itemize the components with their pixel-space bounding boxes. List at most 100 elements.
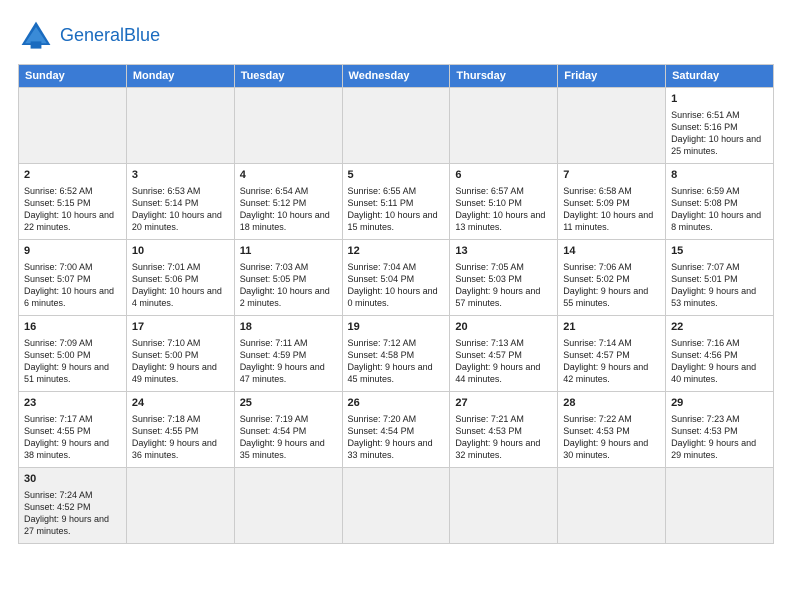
calendar-week-4: 16 Sunrise: 7:09 AM Sunset: 5:00 PM Dayli… [19, 316, 774, 392]
day-info: Sunrise: 6:54 AM Sunset: 5:12 PM Dayligh… [240, 185, 337, 234]
calendar-cell: 26 Sunrise: 7:20 AM Sunset: 4:54 PM Dayli… [342, 392, 450, 468]
day-info: Sunrise: 7:09 AM Sunset: 5:00 PM Dayligh… [24, 337, 121, 386]
calendar-cell: 25 Sunrise: 7:19 AM Sunset: 4:54 PM Dayli… [234, 392, 342, 468]
day-header-friday: Friday [558, 65, 666, 88]
day-number: 12 [348, 244, 445, 259]
calendar-cell: 1Sunrise: 6:51 AM Sunset: 5:16 PM Daylig… [666, 88, 774, 164]
calendar-cell: 20Sunrise: 7:13 AM Sunset: 4:57 PM Dayli… [450, 316, 558, 392]
day-header-thursday: Thursday [450, 65, 558, 88]
calendar-cell: 24 Sunrise: 7:18 AM Sunset: 4:55 PM Dayli… [126, 392, 234, 468]
header: GeneralBlue [18, 18, 774, 54]
calendar-cell: 12 Sunrise: 7:04 AM Sunset: 5:04 PM Dayli… [342, 240, 450, 316]
day-info: Sunrise: 7:10 AM Sunset: 5:00 PM Dayligh… [132, 337, 229, 386]
day-info: Sunrise: 7:06 AM Sunset: 5:02 PM Dayligh… [563, 261, 660, 310]
calendar-week-6: 30 Sunrise: 7:24 AM Sunset: 4:52 PM Dayli… [19, 468, 774, 544]
day-number: 14 [563, 244, 660, 259]
calendar-cell [342, 468, 450, 544]
day-info: Sunrise: 6:58 AM Sunset: 5:09 PM Dayligh… [563, 185, 660, 234]
calendar-cell: 14 Sunrise: 7:06 AM Sunset: 5:02 PM Dayli… [558, 240, 666, 316]
calendar-cell: 23 Sunrise: 7:17 AM Sunset: 4:55 PM Dayli… [19, 392, 127, 468]
calendar-cell [126, 88, 234, 164]
day-number: 15 [671, 244, 768, 259]
day-header-saturday: Saturday [666, 65, 774, 88]
calendar-week-3: 9 Sunrise: 7:00 AM Sunset: 5:07 PM Daylig… [19, 240, 774, 316]
day-number: 16 [24, 320, 121, 335]
calendar-cell [19, 88, 127, 164]
calendar-cell: 4 Sunrise: 6:54 AM Sunset: 5:12 PM Daylig… [234, 164, 342, 240]
day-header-sunday: Sunday [19, 65, 127, 88]
day-header-tuesday: Tuesday [234, 65, 342, 88]
day-number: 9 [24, 244, 121, 259]
page: GeneralBlue SundayMondayTuesdayWednesday… [0, 0, 792, 554]
calendar-cell: 9 Sunrise: 7:00 AM Sunset: 5:07 PM Daylig… [19, 240, 127, 316]
calendar-cell [126, 468, 234, 544]
day-info: Sunrise: 6:57 AM Sunset: 5:10 PM Dayligh… [455, 185, 552, 234]
calendar: SundayMondayTuesdayWednesdayThursdayFrid… [18, 64, 774, 544]
calendar-week-1: 1Sunrise: 6:51 AM Sunset: 5:16 PM Daylig… [19, 88, 774, 164]
day-number: 7 [563, 168, 660, 183]
calendar-cell: 10Sunrise: 7:01 AM Sunset: 5:06 PM Dayli… [126, 240, 234, 316]
day-info: Sunrise: 6:59 AM Sunset: 5:08 PM Dayligh… [671, 185, 768, 234]
day-number: 29 [671, 396, 768, 411]
day-number: 21 [563, 320, 660, 335]
day-info: Sunrise: 7:00 AM Sunset: 5:07 PM Dayligh… [24, 261, 121, 310]
day-number: 2 [24, 168, 121, 183]
day-number: 20 [455, 320, 552, 335]
day-info: Sunrise: 6:55 AM Sunset: 5:11 PM Dayligh… [348, 185, 445, 234]
day-number: 25 [240, 396, 337, 411]
calendar-cell: 16 Sunrise: 7:09 AM Sunset: 5:00 PM Dayli… [19, 316, 127, 392]
day-number: 17 [132, 320, 229, 335]
day-info: Sunrise: 7:11 AM Sunset: 4:59 PM Dayligh… [240, 337, 337, 386]
calendar-cell: 11Sunrise: 7:03 AM Sunset: 5:05 PM Dayli… [234, 240, 342, 316]
calendar-cell [558, 88, 666, 164]
day-number: 13 [455, 244, 552, 259]
calendar-cell: 2Sunrise: 6:52 AM Sunset: 5:15 PM Daylig… [19, 164, 127, 240]
logo-blue: Blue [124, 25, 160, 45]
day-info: Sunrise: 7:17 AM Sunset: 4:55 PM Dayligh… [24, 413, 121, 462]
day-number: 3 [132, 168, 229, 183]
day-number: 30 [24, 472, 121, 487]
day-info: Sunrise: 7:24 AM Sunset: 4:52 PM Dayligh… [24, 489, 121, 538]
day-info: Sunrise: 7:23 AM Sunset: 4:53 PM Dayligh… [671, 413, 768, 462]
calendar-cell: 8 Sunrise: 6:59 AM Sunset: 5:08 PM Daylig… [666, 164, 774, 240]
calendar-cell: 7 Sunrise: 6:58 AM Sunset: 5:09 PM Daylig… [558, 164, 666, 240]
calendar-cell: 3 Sunrise: 6:53 AM Sunset: 5:14 PM Daylig… [126, 164, 234, 240]
calendar-cell: 27 Sunrise: 7:21 AM Sunset: 4:53 PM Dayli… [450, 392, 558, 468]
day-info: Sunrise: 7:21 AM Sunset: 4:53 PM Dayligh… [455, 413, 552, 462]
day-number: 6 [455, 168, 552, 183]
calendar-cell [234, 468, 342, 544]
day-number: 26 [348, 396, 445, 411]
day-info: Sunrise: 7:20 AM Sunset: 4:54 PM Dayligh… [348, 413, 445, 462]
day-info: Sunrise: 7:01 AM Sunset: 5:06 PM Dayligh… [132, 261, 229, 310]
calendar-cell [666, 468, 774, 544]
day-info: Sunrise: 7:22 AM Sunset: 4:53 PM Dayligh… [563, 413, 660, 462]
calendar-week-5: 23 Sunrise: 7:17 AM Sunset: 4:55 PM Dayli… [19, 392, 774, 468]
day-number: 24 [132, 396, 229, 411]
day-number: 19 [348, 320, 445, 335]
calendar-header-row: SundayMondayTuesdayWednesdayThursdayFrid… [19, 65, 774, 88]
day-info: Sunrise: 6:53 AM Sunset: 5:14 PM Dayligh… [132, 185, 229, 234]
day-number: 11 [240, 244, 337, 259]
day-info: Sunrise: 7:18 AM Sunset: 4:55 PM Dayligh… [132, 413, 229, 462]
calendar-cell: 22Sunrise: 7:16 AM Sunset: 4:56 PM Dayli… [666, 316, 774, 392]
calendar-cell: 29 Sunrise: 7:23 AM Sunset: 4:53 PM Dayli… [666, 392, 774, 468]
calendar-cell: 30 Sunrise: 7:24 AM Sunset: 4:52 PM Dayli… [19, 468, 127, 544]
calendar-cell [450, 88, 558, 164]
day-number: 8 [671, 168, 768, 183]
day-info: Sunrise: 7:16 AM Sunset: 4:56 PM Dayligh… [671, 337, 768, 386]
day-number: 27 [455, 396, 552, 411]
day-info: Sunrise: 7:04 AM Sunset: 5:04 PM Dayligh… [348, 261, 445, 310]
day-info: Sunrise: 7:19 AM Sunset: 4:54 PM Dayligh… [240, 413, 337, 462]
day-info: Sunrise: 7:07 AM Sunset: 5:01 PM Dayligh… [671, 261, 768, 310]
calendar-cell: 28Sunrise: 7:22 AM Sunset: 4:53 PM Dayli… [558, 392, 666, 468]
calendar-cell: 13Sunrise: 7:05 AM Sunset: 5:03 PM Dayli… [450, 240, 558, 316]
logo-icon [18, 18, 54, 54]
calendar-week-2: 2Sunrise: 6:52 AM Sunset: 5:15 PM Daylig… [19, 164, 774, 240]
calendar-cell [234, 88, 342, 164]
calendar-cell: 15 Sunrise: 7:07 AM Sunset: 5:01 PM Dayli… [666, 240, 774, 316]
calendar-cell: 18Sunrise: 7:11 AM Sunset: 4:59 PM Dayli… [234, 316, 342, 392]
calendar-cell [558, 468, 666, 544]
day-number: 4 [240, 168, 337, 183]
day-number: 23 [24, 396, 121, 411]
calendar-cell: 21Sunrise: 7:14 AM Sunset: 4:57 PM Dayli… [558, 316, 666, 392]
